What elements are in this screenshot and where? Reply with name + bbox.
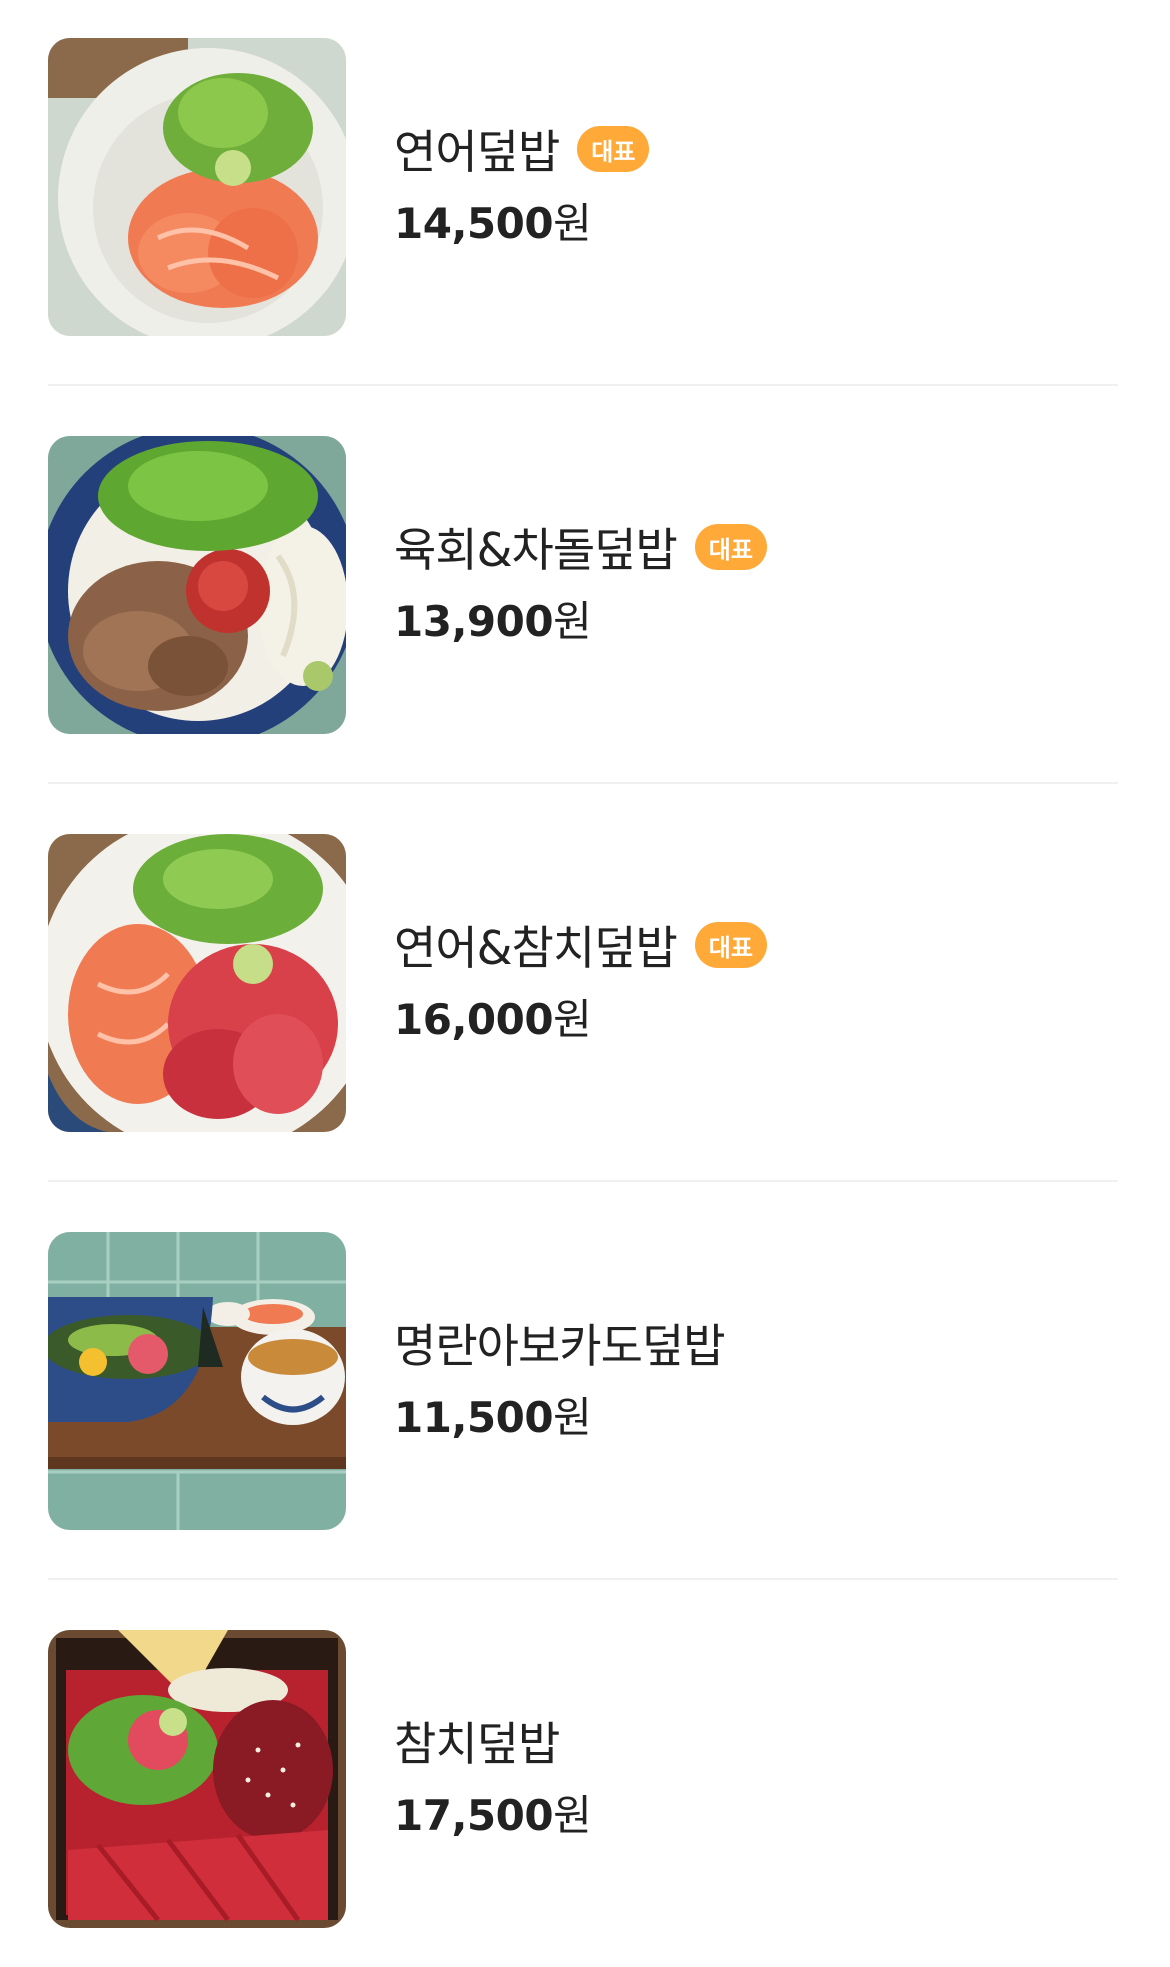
menu-item-name: 연어&참치덮밥 [394,921,678,975]
menu-item-info: 명란아보카도덮밥 11,500원 [394,1312,726,1445]
menu-item-photo [48,1232,346,1530]
signature-badge: 대표 [694,922,767,968]
menu-item-info: 참치덮밥 17,500원 [394,1710,592,1843]
price-currency: 원 [553,995,592,1044]
menu-item-info: 육회&차돌덮밥 대표 13,900원 [394,516,767,649]
menu-item[interactable]: 참치덮밥 17,500원 [48,1630,1118,1928]
price-currency: 원 [553,597,592,646]
divider [48,1180,1118,1182]
menu-item-price: 13,900원 [394,588,767,649]
menu-item-price: 11,500원 [394,1384,725,1445]
signature-badge: 대표 [577,126,650,172]
menu-item-photo [48,1630,346,1928]
menu-item-photo [48,38,346,336]
menu-item-photo [48,436,346,734]
menu-item[interactable]: 육회&차돌덮밥 대표 13,900원 [48,436,1118,784]
menu-item-name: 연어덮밥 [394,125,560,179]
price-currency: 원 [553,1393,592,1442]
signature-badge: 대표 [694,524,767,570]
price-value: 11,500 [394,1393,554,1442]
price-currency: 원 [553,1791,592,1840]
divider [48,782,1118,784]
menu-item-name: 명란아보카도덮밥 [394,1319,726,1373]
menu-item-info: 연어&참치덮밥 대표 16,000원 [394,914,767,1047]
price-value: 17,500 [394,1791,554,1840]
menu-item-price: 16,000원 [394,986,767,1047]
menu-list: 연어덮밥 대표 14,500원 육회&차돌덮밥 대표 13,900원 연어&참치… [0,0,1170,1967]
menu-item[interactable]: 연어&참치덮밥 대표 16,000원 [48,834,1118,1182]
price-currency: 원 [553,199,592,248]
price-value: 14,500 [394,199,554,248]
divider [48,384,1118,386]
menu-item[interactable]: 명란아보카도덮밥 11,500원 [48,1232,1118,1580]
divider [48,1578,1118,1580]
menu-item-photo [48,834,346,1132]
menu-item[interactable]: 연어덮밥 대표 14,500원 [48,38,1118,386]
menu-item-price: 14,500원 [394,190,649,251]
menu-item-name: 참치덮밥 [394,1717,560,1771]
menu-item-name: 육회&차돌덮밥 [394,523,678,577]
menu-item-price: 17,500원 [394,1782,592,1843]
price-value: 16,000 [394,995,554,1044]
price-value: 13,900 [394,597,554,646]
menu-item-info: 연어덮밥 대표 14,500원 [394,118,650,251]
